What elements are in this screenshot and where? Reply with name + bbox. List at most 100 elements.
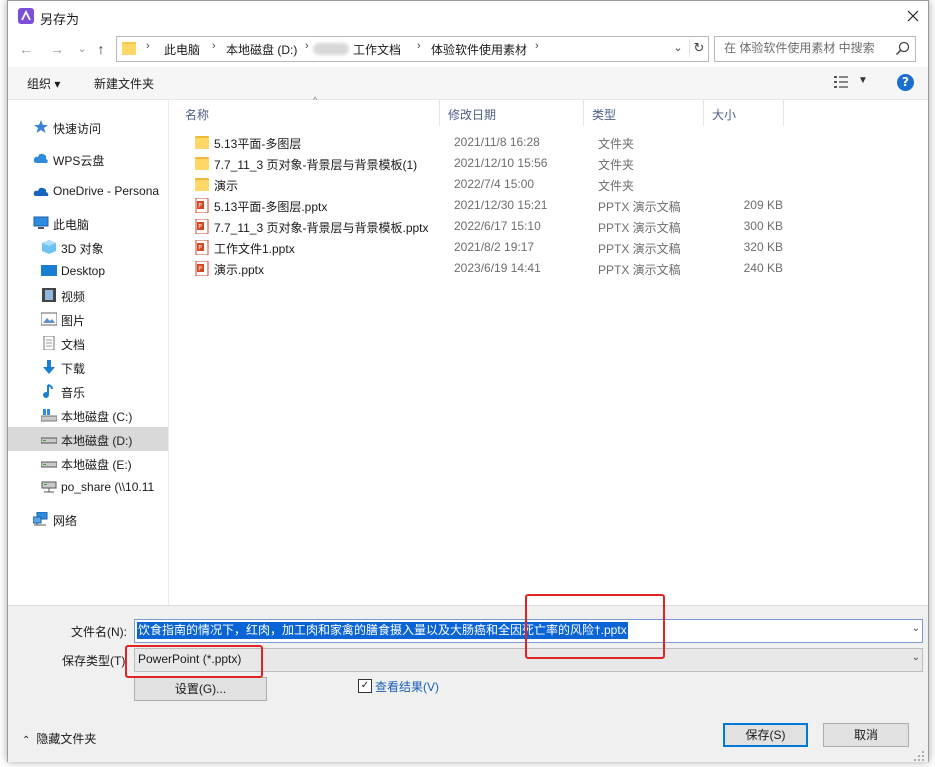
sidebar-item-music[interactable]: 音乐 bbox=[8, 379, 168, 403]
network-icon bbox=[33, 512, 48, 526]
svg-text:P: P bbox=[198, 266, 202, 273]
view-options-icon[interactable] bbox=[834, 76, 848, 88]
cancel-button[interactable]: 取消 bbox=[823, 723, 909, 747]
search-icon[interactable] bbox=[895, 41, 910, 56]
save-button[interactable]: 保存(S) bbox=[723, 723, 808, 747]
forward-button[interactable]: → bbox=[47, 39, 67, 59]
sidebar-item-onedrive[interactable]: OneDrive - Persona bbox=[8, 179, 168, 203]
column-header-size[interactable]: 大小 bbox=[704, 100, 784, 126]
file-name: 5.13平面-多图层.pptx bbox=[214, 200, 328, 214]
file-list: 名称 ^ 修改日期 类型 大小 5.13平面-多图层 2021/11/8 16:2… bbox=[169, 95, 928, 605]
breadcrumb-this-pc[interactable]: 此电脑 bbox=[164, 41, 200, 58]
refresh-button[interactable]: ↻ bbox=[689, 39, 708, 57]
view-results-checkbox[interactable]: ✓ bbox=[358, 679, 372, 693]
sidebar-item-label: Desktop bbox=[61, 264, 106, 278]
organize-button[interactable]: 组织 ▾ bbox=[27, 75, 60, 92]
filetype-selected-value: PowerPoint (*.pptx) bbox=[138, 652, 242, 666]
sidebar-item-drive-e[interactable]: 本地磁盘 (E:) bbox=[8, 451, 168, 475]
file-row[interactable]: P 演示.pptx 2023/6/19 14:41 PPTX 演示文稿 240 KB bbox=[185, 258, 785, 279]
file-type: PPTX 演示文稿 bbox=[598, 221, 681, 235]
breadcrumb-work-docs[interactable]: 工作文档 bbox=[353, 41, 401, 58]
sidebar-item-3d-objects[interactable]: 3D 对象 bbox=[8, 235, 168, 259]
sidebar-item-downloads[interactable]: 下载 bbox=[8, 355, 168, 379]
save-as-dialog: 另存为 ← → ⌄ ↑ › 此电脑 › 本地磁盘 (D:) › 工作文档 › 体… bbox=[7, 0, 929, 762]
address-bar[interactable]: › 此电脑 › 本地磁盘 (D:) › 工作文档 › 体验软件使用素材 › ⌄ … bbox=[116, 36, 709, 62]
file-size: 300 KB bbox=[743, 219, 783, 233]
save-button-label: 保存(S) bbox=[745, 728, 786, 742]
star-icon bbox=[34, 120, 48, 133]
folder-icon bbox=[195, 178, 209, 191]
settings-button-label: 设置(G)... bbox=[174, 682, 227, 696]
sidebar-item-po-share[interactable]: po_share (\\10.11 bbox=[8, 475, 168, 499]
onedrive-icon bbox=[33, 187, 49, 196]
file-type: 文件夹 bbox=[598, 179, 635, 193]
hide-folders-toggle[interactable]: ⌃ 隐藏文件夹 bbox=[22, 730, 96, 747]
chevron-down-icon[interactable]: ⌄ bbox=[912, 623, 920, 634]
resize-grip-icon[interactable] bbox=[913, 750, 925, 762]
sidebar-item-quick-access[interactable]: 快速访问 bbox=[8, 115, 168, 139]
chevron-down-icon: ⌄ bbox=[77, 43, 87, 55]
sidebar-item-label: 音乐 bbox=[61, 386, 86, 400]
column-header-type[interactable]: 类型 bbox=[584, 100, 704, 126]
network-drive-icon bbox=[41, 481, 57, 493]
sidebar-item-drive-c[interactable]: 本地磁盘 (C:) bbox=[8, 403, 168, 427]
chevron-down-icon: ⌄ bbox=[673, 42, 683, 54]
breadcrumb-current-folder[interactable]: 体验软件使用素材 bbox=[431, 41, 527, 58]
breadcrumb-separator: › bbox=[146, 40, 150, 52]
forward-arrow-icon: → bbox=[50, 41, 64, 57]
column-header-label: 大小 bbox=[712, 108, 737, 122]
sidebar-item-label: po_share (\\10.11 bbox=[61, 480, 155, 494]
view-results-label[interactable]: 查看结果(V) bbox=[375, 678, 439, 695]
folder-icon bbox=[122, 42, 136, 55]
file-name: 5.13平面-多图层 bbox=[214, 137, 302, 151]
file-name: 7.7_11_3 页对象-背景层与背景模板(1) bbox=[214, 158, 418, 172]
chevron-down-icon[interactable]: ⌄ bbox=[912, 652, 920, 663]
close-button[interactable] bbox=[901, 4, 925, 28]
hide-folders-label: 隐藏文件夹 bbox=[36, 732, 97, 746]
sidebar-item-this-pc[interactable]: 此电脑 bbox=[8, 211, 168, 235]
filename-field[interactable]: 饮食指南的情况下，红肉，加工肉和家禽的膳食摄入量以及大肠癌和全因死亡率的风险†.… bbox=[134, 619, 923, 643]
sidebar-item-label: 此电脑 bbox=[53, 218, 90, 232]
folder-row[interactable]: 演示 2022/7/4 15:00 文件夹 bbox=[185, 174, 785, 195]
sidebar-item-desktop[interactable]: Desktop bbox=[8, 259, 168, 283]
file-type: PPTX 演示文稿 bbox=[598, 200, 681, 214]
sidebar-item-network[interactable]: 网络 bbox=[8, 507, 168, 531]
address-dropdown-button[interactable]: ⌄ bbox=[670, 39, 686, 57]
file-size: 320 KB bbox=[743, 240, 783, 254]
sidebar-item-documents[interactable]: 文档 bbox=[8, 331, 168, 355]
recent-locations-button[interactable]: ⌄ bbox=[72, 39, 92, 59]
up-button[interactable]: ↑ bbox=[91, 39, 111, 59]
pptx-file-icon: P bbox=[195, 261, 209, 276]
file-row[interactable]: P 7.7_11_3 页对象-背景层与背景模板.pptx 2022/6/17 15:… bbox=[185, 216, 785, 237]
cube-icon bbox=[42, 240, 56, 254]
column-header-date[interactable]: 修改日期 bbox=[440, 100, 584, 126]
folder-row[interactable]: 5.13平面-多图层 2021/11/8 16:28 文件夹 bbox=[185, 132, 785, 153]
view-dropdown-icon[interactable]: ▼ bbox=[858, 75, 868, 86]
sidebar-item-videos[interactable]: 视频 bbox=[8, 283, 168, 307]
breadcrumb-drive-d[interactable]: 本地磁盘 (D:) bbox=[226, 41, 297, 58]
sidebar-item-pictures[interactable]: 图片 bbox=[8, 307, 168, 331]
refresh-icon: ↻ bbox=[693, 40, 705, 55]
back-button[interactable]: ← bbox=[16, 39, 36, 59]
sidebar-item-drive-d[interactable]: 本地磁盘 (D:) bbox=[8, 427, 168, 451]
column-header-name[interactable]: 名称 ^ bbox=[177, 95, 440, 126]
breadcrumb-separator: › bbox=[305, 40, 309, 52]
filetype-select[interactable]: PowerPoint (*.pptx) ⌄ bbox=[134, 648, 923, 672]
sidebar-item-label: 本地磁盘 (C:) bbox=[61, 410, 133, 424]
file-date: 2022/7/4 15:00 bbox=[454, 177, 535, 191]
sidebar-item-label: 视频 bbox=[61, 290, 86, 304]
picture-icon bbox=[41, 312, 57, 326]
new-folder-button[interactable]: 新建文件夹 bbox=[94, 75, 154, 92]
file-date: 2021/12/10 15:56 bbox=[454, 156, 548, 170]
search-input[interactable] bbox=[715, 37, 896, 59]
file-row[interactable]: P 5.13平面-多图层.pptx 2021/12/30 15:21 PPTX 演示文… bbox=[185, 195, 785, 216]
folder-row[interactable]: 7.7_11_3 页对象-背景层与背景模板(1) 2021/12/10 15:56… bbox=[185, 153, 785, 174]
settings-button[interactable]: 设置(G)... bbox=[134, 677, 267, 701]
file-row[interactable]: P 工作文件1.pptx 2021/8/2 19:17 PPTX 演示文稿 320 KB bbox=[185, 237, 785, 258]
video-icon bbox=[42, 288, 56, 302]
pptx-file-icon: P bbox=[195, 198, 209, 213]
sidebar-item-wps-cloud[interactable]: WPS云盘 bbox=[8, 147, 168, 171]
file-date: 2021/11/8 16:28 bbox=[454, 135, 540, 149]
help-icon[interactable]: ? bbox=[897, 74, 914, 91]
filename-selected-text[interactable]: 饮食指南的情况下，红肉，加工肉和家禽的膳食摄入量以及大肠癌和全因死亡率的风险†.… bbox=[137, 622, 628, 639]
